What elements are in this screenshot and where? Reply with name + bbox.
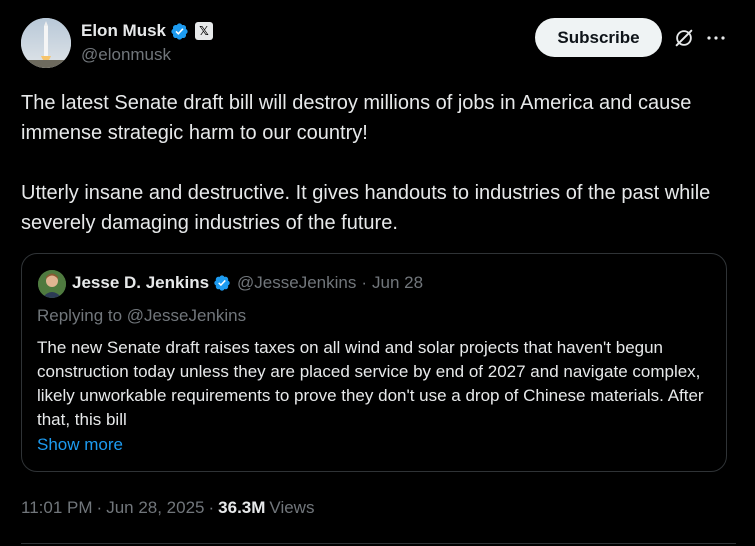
quoted-date[interactable]: Jun 28 bbox=[372, 273, 423, 293]
author-name[interactable]: Elon Musk bbox=[81, 21, 166, 41]
views-count: 36.3M bbox=[218, 498, 266, 517]
tweet-meta: 11:01 PM · Jun 28, 2025 · 36.3M Views bbox=[21, 498, 314, 518]
verified-badge-icon[interactable] bbox=[213, 274, 231, 292]
views-label: Views bbox=[269, 498, 315, 517]
dot-separator: · bbox=[96, 498, 103, 517]
person-photo bbox=[38, 270, 66, 298]
show-more-link[interactable]: Show more bbox=[37, 435, 123, 455]
tweet-paragraph-2: Utterly insane and destructive. It gives… bbox=[21, 182, 711, 234]
x-affiliation-badge-icon[interactable]: 𝕏 bbox=[195, 22, 214, 40]
quoted-header: Jesse D. Jenkins @JesseJenkins · Jun 28 bbox=[72, 273, 423, 293]
author-block: Elon Musk 𝕏 @elonmusk bbox=[81, 20, 214, 65]
tweet-paragraph-1: The latest Senate draft bill will destro… bbox=[21, 92, 692, 144]
tweet-body: The latest Senate draft bill will destro… bbox=[21, 88, 736, 238]
grok-icon[interactable] bbox=[673, 27, 695, 49]
quoted-tweet[interactable]: Jesse D. Jenkins @JesseJenkins · Jun 28 … bbox=[21, 253, 727, 472]
author-handle[interactable]: @elonmusk bbox=[81, 45, 213, 65]
subscribe-button[interactable]: Subscribe bbox=[535, 18, 662, 57]
quoted-author-name[interactable]: Jesse D. Jenkins bbox=[72, 273, 209, 293]
rocket-launch-image bbox=[21, 18, 71, 68]
quoted-author-handle[interactable]: @JesseJenkins bbox=[237, 273, 356, 293]
replying-to: Replying to @JesseJenkins bbox=[37, 306, 247, 325]
divider bbox=[21, 543, 736, 544]
tweet-date[interactable]: Jun 28, 2025 bbox=[106, 498, 204, 518]
more-options-icon[interactable] bbox=[704, 26, 728, 50]
tweet-time[interactable]: 11:01 PM bbox=[21, 498, 93, 518]
dot-separator: · bbox=[361, 273, 368, 292]
dot-separator: · bbox=[208, 498, 215, 517]
verified-badge-icon[interactable] bbox=[170, 22, 189, 41]
author-avatar[interactable] bbox=[21, 18, 71, 68]
quoted-author-avatar[interactable] bbox=[38, 270, 66, 298]
quoted-text: The new Senate draft raises taxes on all… bbox=[37, 338, 704, 429]
